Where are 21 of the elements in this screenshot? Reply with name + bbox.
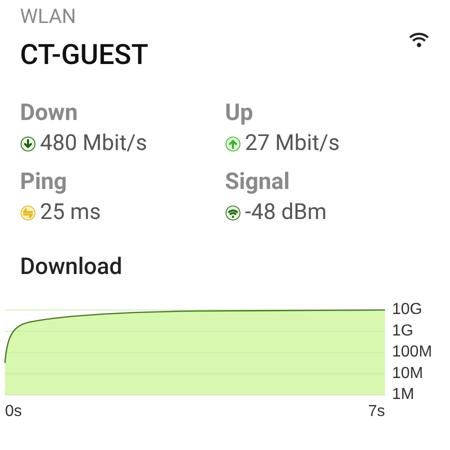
- stat-label: Down: [20, 99, 79, 126]
- y-tick-label: 1M: [392, 386, 414, 404]
- wifi-icon: [225, 204, 241, 220]
- y-tick-label: 1G: [392, 322, 414, 340]
- stat-label: Ping: [20, 168, 68, 195]
- ping-icon: [20, 204, 36, 220]
- stat-value: -48 dBm: [245, 200, 327, 225]
- stat-value: 25 ms: [40, 200, 101, 225]
- stat-value: 480 Mbit/s: [40, 131, 148, 156]
- chart-title: Download: [19, 252, 124, 280]
- y-tick-label: 10G: [392, 301, 422, 318]
- stat-label: Signal: [225, 168, 291, 195]
- y-tick-label: 10M: [392, 364, 424, 382]
- category-label: WLAN: [20, 4, 78, 28]
- stat-value: 27 Mbit/s: [245, 131, 340, 156]
- x-tick-label: 7s: [368, 403, 385, 420]
- wifi-icon: [408, 32, 430, 48]
- stat-label: Up: [225, 99, 254, 126]
- x-tick-label: 0s: [5, 403, 22, 420]
- y-tick-label: 100M: [392, 344, 432, 361]
- network-name: CT-GUEST: [20, 38, 148, 71]
